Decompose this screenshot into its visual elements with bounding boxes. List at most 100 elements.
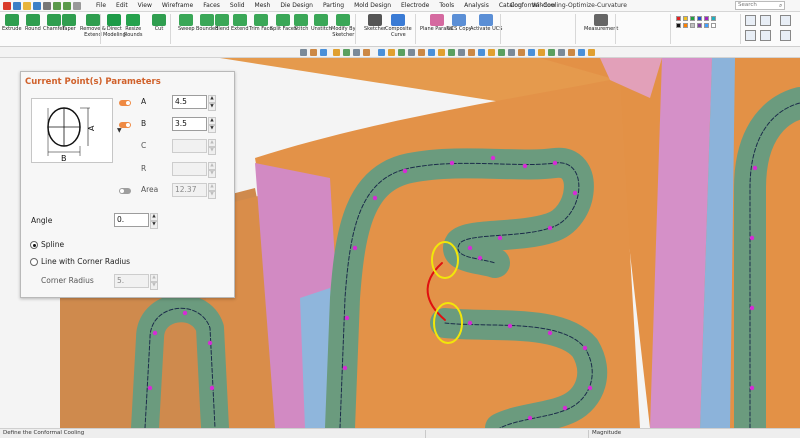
path-point-marker[interactable] bbox=[587, 385, 593, 391]
menu-electrode[interactable]: Electrode bbox=[396, 2, 434, 9]
sweep-button[interactable]: Sweep bbox=[178, 14, 195, 33]
shade-icon[interactable] bbox=[780, 30, 791, 41]
view-tool-icon[interactable] bbox=[468, 49, 475, 56]
spline-radio[interactable] bbox=[30, 241, 38, 249]
menu-edit[interactable]: Edit bbox=[111, 2, 133, 9]
path-point-marker[interactable] bbox=[449, 160, 455, 166]
menu-analysis[interactable]: Analysis bbox=[459, 2, 494, 9]
color-swatch-icon[interactable] bbox=[690, 16, 695, 21]
path-point-marker[interactable] bbox=[467, 245, 473, 251]
path-point-marker[interactable] bbox=[152, 330, 158, 336]
menu-solid[interactable]: Solid bbox=[225, 2, 250, 9]
view-tool-icon[interactable] bbox=[478, 49, 485, 56]
path-point-marker[interactable] bbox=[522, 163, 528, 169]
sketcher-button[interactable]: Sketcher bbox=[364, 14, 386, 33]
search-input[interactable]: Search bbox=[735, 1, 785, 10]
color-swatch-icon[interactable] bbox=[676, 16, 681, 21]
menu-mesh[interactable]: Mesh bbox=[250, 2, 276, 9]
open-file-icon[interactable] bbox=[23, 1, 31, 10]
composite-curve-button[interactable]: Composite Curve bbox=[385, 14, 412, 38]
modify-by-sketcher-button[interactable]: Modify By Sketcher bbox=[331, 14, 356, 38]
remove-extend-button[interactable]: Remove & Extend bbox=[80, 14, 106, 38]
extend-button[interactable]: Extend bbox=[231, 14, 249, 33]
unstitch-button[interactable]: Unstitch bbox=[311, 14, 332, 33]
color-swatch-icon[interactable] bbox=[683, 23, 688, 28]
view-tool-icon[interactable] bbox=[578, 49, 585, 56]
view-tool-icon[interactable] bbox=[408, 49, 415, 56]
color-swatch-icon[interactable] bbox=[676, 23, 681, 28]
menu-parting[interactable]: Parting bbox=[318, 2, 349, 9]
view-tool-icon[interactable] bbox=[388, 49, 395, 56]
search-icon[interactable]: ⌕ bbox=[779, 2, 782, 10]
view-tool-icon[interactable] bbox=[448, 49, 455, 56]
path-point-marker[interactable] bbox=[547, 330, 553, 336]
angle-spinner[interactable]: ▲ ▼ bbox=[150, 213, 158, 229]
blend-button[interactable]: Blend bbox=[215, 14, 229, 33]
layers-icon[interactable] bbox=[745, 30, 756, 41]
view-tool-icon[interactable] bbox=[438, 49, 445, 56]
param-a-input[interactable]: 4.5 bbox=[172, 95, 207, 109]
undo-icon[interactable] bbox=[53, 1, 61, 10]
menu-wireframe[interactable]: Wireframe bbox=[157, 2, 198, 9]
direct-modeling-button[interactable]: Direct Modeling bbox=[103, 14, 126, 38]
view-tool-icon[interactable] bbox=[458, 49, 465, 56]
param-b-spinner[interactable]: ▲ ▼ bbox=[208, 117, 216, 133]
view-tool-icon[interactable] bbox=[398, 49, 405, 56]
view-tool-icon[interactable] bbox=[353, 49, 360, 56]
render-icon[interactable] bbox=[760, 30, 771, 41]
path-point-marker[interactable] bbox=[497, 235, 503, 241]
angle-input[interactable]: 0. bbox=[114, 213, 149, 227]
menu-die-design[interactable]: Die Design bbox=[275, 2, 318, 9]
view-tool-icon[interactable] bbox=[488, 49, 495, 56]
path-point-marker[interactable] bbox=[344, 315, 350, 321]
param-b-input[interactable]: 3.5 bbox=[172, 117, 207, 131]
split-faces-button[interactable]: Split Faces bbox=[270, 14, 297, 33]
path-point-marker[interactable] bbox=[582, 345, 588, 351]
line-corner-radius-radio[interactable] bbox=[30, 258, 38, 266]
view-tool-icon[interactable] bbox=[300, 49, 307, 56]
measurement-button[interactable]: Measurement bbox=[584, 14, 618, 33]
menu-faces[interactable]: Faces bbox=[198, 2, 225, 9]
print-icon[interactable] bbox=[43, 1, 51, 10]
path-point-marker[interactable] bbox=[572, 190, 578, 196]
resize-rounds-button[interactable]: Resize Rounds bbox=[124, 14, 142, 38]
save-icon[interactable] bbox=[33, 1, 41, 10]
path-point-marker[interactable] bbox=[749, 305, 755, 311]
view-tool-icon[interactable] bbox=[378, 49, 385, 56]
round-button[interactable]: Round bbox=[25, 14, 41, 33]
path-point-marker[interactable] bbox=[147, 385, 153, 391]
view-tool-icon[interactable] bbox=[558, 49, 565, 56]
path-point-marker[interactable] bbox=[477, 255, 483, 261]
zoom-fit-icon[interactable] bbox=[760, 15, 771, 26]
trim-face-button[interactable]: Trim Face bbox=[249, 14, 273, 33]
taper-button[interactable]: Taper bbox=[62, 14, 76, 33]
color-swatch-icon[interactable] bbox=[711, 23, 716, 28]
color-swatch-icon[interactable] bbox=[704, 23, 709, 28]
settings-icon[interactable] bbox=[73, 1, 81, 10]
view-tool-icon[interactable] bbox=[333, 49, 340, 56]
path-point-marker[interactable] bbox=[352, 245, 358, 251]
path-point-marker[interactable] bbox=[749, 385, 755, 391]
view-tool-icon[interactable] bbox=[320, 49, 327, 56]
color-swatch-icon[interactable] bbox=[697, 23, 702, 28]
view-tool-icon[interactable] bbox=[538, 49, 545, 56]
path-point-marker[interactable] bbox=[372, 195, 378, 201]
view-tool-icon[interactable] bbox=[568, 49, 575, 56]
view-tool-icon[interactable] bbox=[310, 49, 317, 56]
menu-tools[interactable]: Tools bbox=[434, 2, 459, 9]
profile-selector[interactable]: A B bbox=[31, 98, 113, 163]
view-tool-icon[interactable] bbox=[343, 49, 350, 56]
view-tool-icon[interactable] bbox=[548, 49, 555, 56]
menu-file[interactable]: File bbox=[91, 2, 111, 9]
profile-dropdown-icon[interactable]: ▼ bbox=[117, 127, 122, 134]
toggle-area[interactable] bbox=[119, 188, 131, 194]
extrude-button[interactable]: Extrude bbox=[2, 14, 22, 33]
color-swatch-icon[interactable] bbox=[704, 16, 709, 21]
zoom-window-icon[interactable] bbox=[745, 15, 756, 26]
menu-mold-design[interactable]: Mold Design bbox=[349, 2, 396, 9]
path-point-marker[interactable] bbox=[749, 235, 755, 241]
app-logo-icon[interactable] bbox=[3, 1, 11, 10]
path-point-marker[interactable] bbox=[552, 160, 558, 166]
path-point-marker[interactable] bbox=[342, 365, 348, 371]
activate-ucs-button[interactable]: Activate UCS bbox=[470, 14, 502, 33]
